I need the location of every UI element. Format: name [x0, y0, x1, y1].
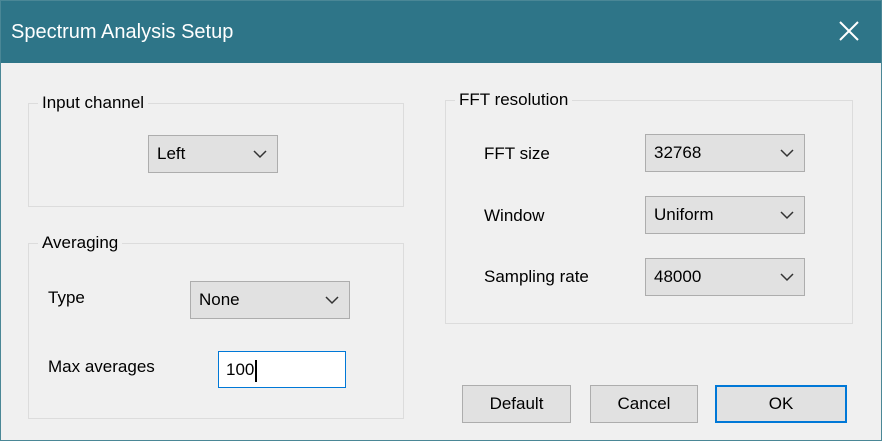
title-bar[interactable]: Spectrum Analysis Setup	[1, 1, 881, 63]
fft-size-select[interactable]: 32768	[645, 134, 805, 172]
fft-resolution-group-label: FFT resolution	[455, 90, 573, 110]
close-icon	[839, 21, 859, 41]
chevron-down-icon	[780, 149, 794, 158]
max-averages-value: 100	[226, 360, 255, 379]
input-channel-value: Left	[157, 144, 186, 163]
sampling-rate-value: 48000	[654, 267, 702, 286]
max-averages-input[interactable]: 100	[218, 351, 346, 388]
chevron-down-icon	[325, 296, 339, 305]
ok-button[interactable]: OK	[715, 385, 847, 423]
window-select[interactable]: Uniform	[645, 196, 805, 234]
sampling-rate-label: Sampling rate	[484, 267, 589, 286]
text-caret	[255, 360, 257, 382]
averaging-type-value: None	[199, 290, 240, 309]
sampling-rate-select[interactable]: 48000	[645, 258, 805, 296]
input-channel-select[interactable]: Left	[148, 135, 278, 173]
averaging-group-label: Averaging	[38, 233, 123, 253]
window-value: Uniform	[654, 205, 714, 224]
cancel-button[interactable]: Cancel	[590, 385, 698, 423]
dialog-title: Spectrum Analysis Setup	[11, 21, 234, 43]
fft-size-value: 32768	[654, 143, 702, 162]
chevron-down-icon	[780, 211, 794, 220]
default-button[interactable]: Default	[462, 385, 571, 423]
chevron-down-icon	[780, 273, 794, 282]
fft-size-label: FFT size	[484, 144, 550, 163]
averaging-type-label: Type	[48, 288, 85, 307]
averaging-type-select[interactable]: None	[190, 281, 350, 319]
close-button[interactable]	[819, 1, 881, 63]
max-averages-label: Max averages	[48, 357, 155, 376]
spectrum-analysis-setup-dialog: Spectrum Analysis Setup Input channel Le…	[0, 0, 882, 441]
chevron-down-icon	[253, 150, 267, 159]
window-label: Window	[484, 206, 545, 225]
input-channel-group-label: Input channel	[38, 93, 149, 113]
averaging-group: Averaging	[28, 233, 404, 419]
